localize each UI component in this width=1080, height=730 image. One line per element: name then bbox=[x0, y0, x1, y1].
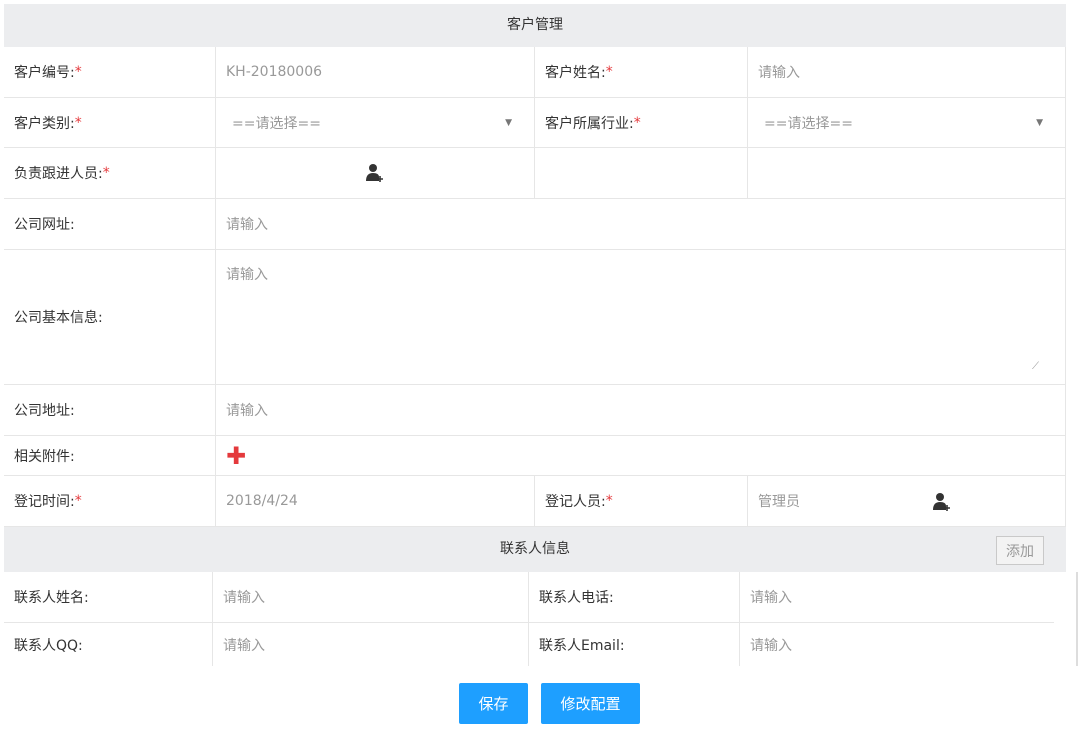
save-button[interactable]: 保存 bbox=[459, 683, 528, 724]
label-info: 公司基本信息: bbox=[4, 250, 216, 385]
label-website: 公司网址: bbox=[4, 199, 216, 250]
add-user-icon[interactable] bbox=[932, 492, 952, 512]
required-mark: * bbox=[605, 64, 613, 80]
reg-time-field[interactable]: 2018/4/24 bbox=[216, 476, 535, 527]
address-input[interactable]: 请输入 bbox=[216, 385, 1066, 436]
label-contact-name: 联系人姓名: bbox=[4, 572, 213, 623]
form-title: 客户管理 bbox=[4, 4, 1066, 47]
label-contact-phone: 联系人电话: bbox=[529, 572, 740, 623]
required-mark: * bbox=[74, 114, 82, 131]
label-text: 联系人姓名: bbox=[14, 590, 89, 606]
website-input[interactable]: 请输入 bbox=[216, 199, 1066, 250]
label-text: 负责跟进人员: bbox=[14, 166, 103, 182]
owner-picker[interactable] bbox=[216, 148, 535, 199]
label-contact-email: 联系人Email: bbox=[529, 623, 740, 666]
add-user-icon[interactable] bbox=[365, 163, 385, 183]
placeholder: 请输入 bbox=[226, 267, 268, 283]
label-category: 客户类别: * bbox=[4, 98, 216, 148]
label-text: 登记人员: bbox=[545, 494, 606, 510]
label-text: 公司网址: bbox=[14, 217, 75, 233]
label-contact-qq: 联系人QQ: bbox=[4, 623, 213, 666]
contacts-header: 联系人信息 bbox=[4, 527, 1066, 572]
reg-person-field[interactable]: 管理员 bbox=[748, 476, 1066, 527]
empty-cell bbox=[535, 148, 748, 199]
field-value: 管理员 bbox=[758, 494, 800, 510]
label-text: 相关附件: bbox=[14, 448, 75, 465]
label-name: 客户姓名: * bbox=[535, 47, 748, 98]
label-attachment: 相关附件: bbox=[4, 436, 216, 476]
required-mark: * bbox=[74, 64, 82, 80]
label-industry: 客户所属行业: * bbox=[535, 98, 748, 148]
chevron-down-icon: ▼ bbox=[1036, 117, 1043, 128]
label-text: 客户所属行业: bbox=[545, 115, 634, 132]
required-mark: * bbox=[102, 165, 110, 181]
scrollbar[interactable] bbox=[1076, 572, 1078, 666]
label-text: 客户类别: bbox=[14, 115, 75, 132]
label-reg-person: 登记人员: * bbox=[535, 476, 748, 527]
empty-cell bbox=[748, 148, 1066, 199]
contact-email-input[interactable]: 请输入 bbox=[740, 623, 1054, 666]
label-text: 客户姓名: bbox=[545, 65, 606, 81]
contact-phone-input[interactable]: 请输入 bbox=[740, 572, 1054, 623]
label-text: 联系人电话: bbox=[539, 590, 614, 606]
add-contact-button[interactable]: 添加 bbox=[996, 536, 1044, 565]
chevron-down-icon: ▼ bbox=[505, 117, 512, 128]
label-text: 联系人Email: bbox=[539, 637, 625, 654]
contact-qq-input[interactable]: 请输入 bbox=[213, 623, 529, 666]
customer-category-select[interactable]: ==请选择== ▼ bbox=[216, 98, 535, 148]
label-code: 客户编号: * bbox=[4, 47, 216, 98]
contact-name-input[interactable]: 请输入 bbox=[213, 572, 529, 623]
resize-handle-icon[interactable]: ⟋ bbox=[1032, 361, 1039, 372]
contacts-title: 联系人信息 bbox=[500, 541, 570, 557]
label-text: 联系人QQ: bbox=[14, 637, 83, 654]
industry-select[interactable]: ==请选择== ▼ bbox=[748, 98, 1066, 148]
label-text: 公司基本信息: bbox=[14, 310, 103, 326]
company-info-textarea[interactable]: 请输入 ⟋ bbox=[216, 250, 1066, 385]
customer-code-field[interactable]: KH-20180006 bbox=[216, 47, 535, 98]
label-text: 登记时间: bbox=[14, 494, 75, 510]
required-mark: * bbox=[74, 493, 82, 509]
add-attachment-icon[interactable]: ✚ bbox=[226, 444, 246, 468]
required-mark: * bbox=[633, 114, 641, 131]
attachment-cell: ✚ bbox=[216, 436, 1066, 476]
label-reg-time: 登记时间: * bbox=[4, 476, 216, 527]
select-value: ==请选择== bbox=[232, 115, 321, 132]
label-text: 公司地址: bbox=[14, 403, 75, 419]
required-mark: * bbox=[605, 493, 613, 509]
label-address: 公司地址: bbox=[4, 385, 216, 436]
select-value: ==请选择== bbox=[764, 115, 853, 132]
label-text: 客户编号: bbox=[14, 65, 75, 81]
modify-config-button[interactable]: 修改配置 bbox=[541, 683, 640, 724]
label-owner: 负责跟进人员: * bbox=[4, 148, 216, 199]
customer-name-input[interactable]: 请输入 bbox=[748, 47, 1066, 98]
